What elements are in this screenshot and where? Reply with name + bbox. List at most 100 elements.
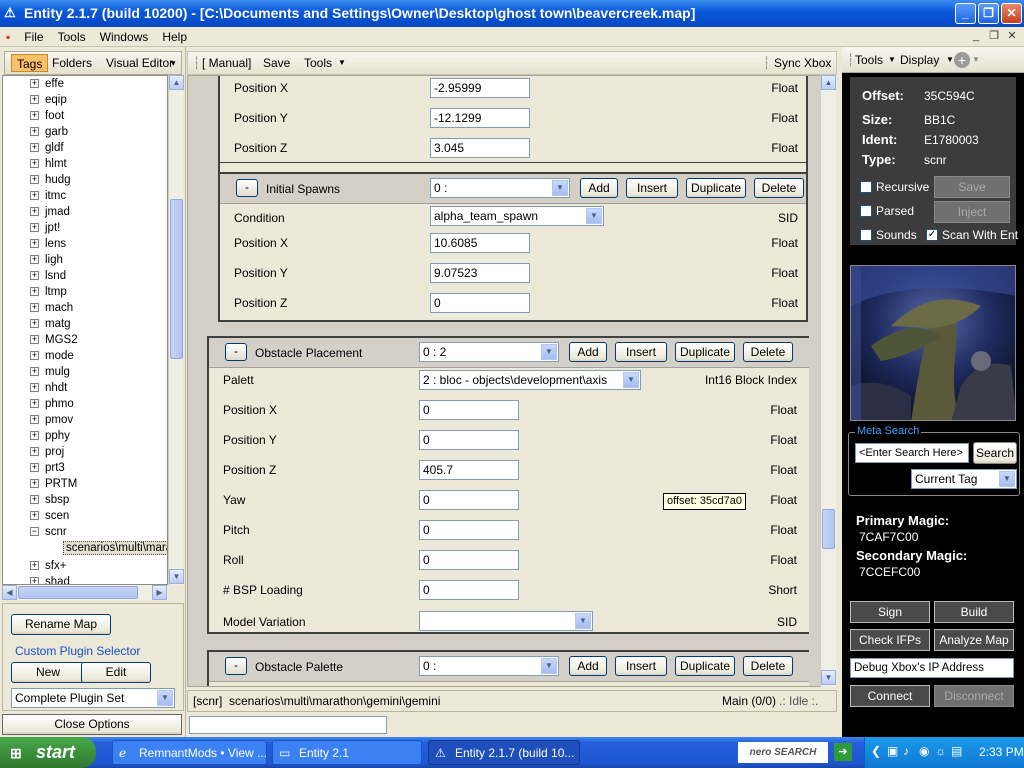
tree-item[interactable]: + ltmp <box>3 284 167 300</box>
mdi-restore-button[interactable]: ❐ <box>986 29 1002 44</box>
position-x-input[interactable]: 0 <box>419 400 519 420</box>
collapse-button[interactable]: - <box>225 657 247 675</box>
hscroll-thumb[interactable] <box>18 586 138 599</box>
close-button[interactable]: ✕ <box>1001 3 1022 24</box>
tray-monitor-icon[interactable]: ▤ <box>951 744 962 758</box>
tree-item[interactable]: + hlmt <box>3 156 167 172</box>
tray-expand-icon[interactable]: ❮ <box>871 744 881 758</box>
chevron-down-icon[interactable]: ▼ <box>586 208 602 224</box>
insert-button[interactable]: Insert <box>615 342 667 362</box>
recursive-checkbox[interactable] <box>860 181 872 193</box>
expand-node-icon[interactable]: + <box>30 223 39 232</box>
chevron-down-icon[interactable]: ▼ <box>541 344 557 360</box>
expand-node-icon[interactable]: + <box>30 287 39 296</box>
plugin-set-select[interactable]: Complete Plugin Set ▼ <box>11 688 175 708</box>
tree-item[interactable]: + eqip <box>3 92 167 108</box>
expand-node-icon[interactable]: + <box>30 255 39 264</box>
tree-item[interactable]: + hudg <box>3 172 167 188</box>
tree-item[interactable]: + lsnd <box>3 268 167 284</box>
tree-vertical-scrollbar[interactable]: ▲ ▼ <box>168 75 184 585</box>
scroll-left-arrow-icon[interactable]: ◀ <box>2 585 17 600</box>
start-button[interactable]: ⊞ start <box>0 737 96 768</box>
save-button[interactable]: Save <box>934 176 1010 198</box>
chevron-down-icon[interactable]: ▼ <box>552 180 568 196</box>
chunk-index-select[interactable]: 0 : ▼ <box>430 178 570 198</box>
duplicate-button[interactable]: Duplicate <box>675 656 735 676</box>
insert-button[interactable]: Insert <box>615 656 667 676</box>
right-display-menu[interactable]: Display <box>900 47 939 73</box>
scroll-down-arrow-icon[interactable]: ▼ <box>821 670 836 685</box>
scroll-up-arrow-icon[interactable]: ▲ <box>821 75 836 90</box>
delete-button[interactable]: Delete <box>754 178 804 198</box>
expand-node-icon[interactable]: + <box>30 561 39 570</box>
menu-help[interactable]: Help <box>155 27 194 47</box>
collapse-button[interactable]: - <box>225 343 247 361</box>
expand-node-icon[interactable]: + <box>30 367 39 376</box>
tree-item[interactable]: + shad <box>3 574 167 584</box>
expand-node-icon[interactable]: + <box>30 127 39 136</box>
nero-search-box[interactable]: nero SEARCH <box>738 742 828 763</box>
position-x-input[interactable]: -2.95999 <box>430 78 530 98</box>
app-menu-icon[interactable]: ▪ <box>0 27 17 47</box>
tree-item[interactable]: + sfx+ <box>3 558 167 574</box>
meta-search-input[interactable]: <Enter Search Here> <box>855 443 969 463</box>
chevron-down-icon[interactable]: ▼ <box>575 613 591 629</box>
sign-button[interactable]: Sign <box>850 601 930 623</box>
rename-map-button[interactable]: Rename Map <box>11 614 111 635</box>
expand-node-icon[interactable]: + <box>30 399 39 408</box>
chevron-down-icon[interactable]: ▼ <box>946 47 954 73</box>
scroll-thumb[interactable] <box>170 199 183 359</box>
tree-item-selected[interactable]: scenarios\multi\marat <box>3 540 167 558</box>
minimize-button[interactable]: _ <box>955 3 976 24</box>
tree-item[interactable]: + proj <box>3 444 167 460</box>
analyze-map-button[interactable]: Analyze Map <box>934 629 1014 651</box>
expand-node-icon[interactable]: + <box>30 495 39 504</box>
delete-button[interactable]: Delete <box>743 342 793 362</box>
expand-node-icon[interactable]: + <box>30 447 39 456</box>
expand-node-icon[interactable]: + <box>30 351 39 360</box>
disconnect-button[interactable]: Disconnect <box>934 685 1014 707</box>
position-y-input[interactable]: 9.07523 <box>430 263 530 283</box>
chevron-down-icon[interactable]: ▼ <box>972 47 980 73</box>
check-ifps-button[interactable]: Check IFPs <box>850 629 930 651</box>
mdi-minimize-button[interactable]: _ <box>968 29 984 44</box>
tree-item[interactable]: + mode <box>3 348 167 364</box>
bsp-loading-input[interactable]: 0 <box>419 580 519 600</box>
add-button[interactable]: Add <box>569 342 607 362</box>
chevron-down-icon[interactable]: ▼ <box>888 47 896 73</box>
expand-node-icon[interactable]: + <box>30 239 39 248</box>
add-circle-icon[interactable]: + <box>954 52 970 68</box>
expand-node-icon[interactable]: + <box>30 175 39 184</box>
chunk-index-select[interactable]: 0 : 2 ▼ <box>419 342 559 362</box>
toolbar-save-button[interactable]: Save <box>263 52 290 74</box>
chunk-index-select[interactable]: 0 : ▼ <box>419 656 559 676</box>
collapse-node-icon[interactable]: − <box>30 527 39 536</box>
expand-node-icon[interactable]: + <box>30 95 39 104</box>
position-x-input[interactable]: 10.6085 <box>430 233 530 253</box>
pitch-input[interactable]: 0 <box>419 520 519 540</box>
tree-item[interactable]: + PRTM <box>3 476 167 492</box>
tree-item[interactable]: + foot <box>3 108 167 124</box>
expand-node-icon[interactable]: + <box>30 577 39 584</box>
expand-node-icon[interactable]: + <box>30 383 39 392</box>
tab-tags[interactable]: Tags <box>11 54 49 72</box>
clock[interactable]: 2:33 PM <box>979 745 1024 759</box>
collapse-button[interactable]: - <box>236 179 258 197</box>
tree-item[interactable]: + nhdt <box>3 380 167 396</box>
scroll-thumb[interactable] <box>822 509 835 549</box>
tray-network-icon[interactable]: ▣ <box>887 744 898 758</box>
position-z-input[interactable]: 3.045 <box>430 138 530 158</box>
tray-update-icon[interactable]: ☼ <box>935 744 946 758</box>
delete-button[interactable]: Delete <box>743 656 793 676</box>
sounds-checkbox[interactable] <box>860 229 872 241</box>
roll-input[interactable]: 0 <box>419 550 519 570</box>
tree-item[interactable]: + jpt! <box>3 220 167 236</box>
duplicate-button[interactable]: Duplicate <box>686 178 746 198</box>
parsed-checkbox[interactable] <box>860 205 872 217</box>
tree-item[interactable]: + sbsp <box>3 492 167 508</box>
taskbar-item-remnantmods[interactable]: ℯ RemnantMods • View ... <box>112 740 267 765</box>
expand-node-icon[interactable]: + <box>30 431 39 440</box>
yaw-input[interactable]: 0 <box>419 490 519 510</box>
tree-item[interactable]: + ligh <box>3 252 167 268</box>
scroll-down-arrow-icon[interactable]: ▼ <box>169 569 184 584</box>
